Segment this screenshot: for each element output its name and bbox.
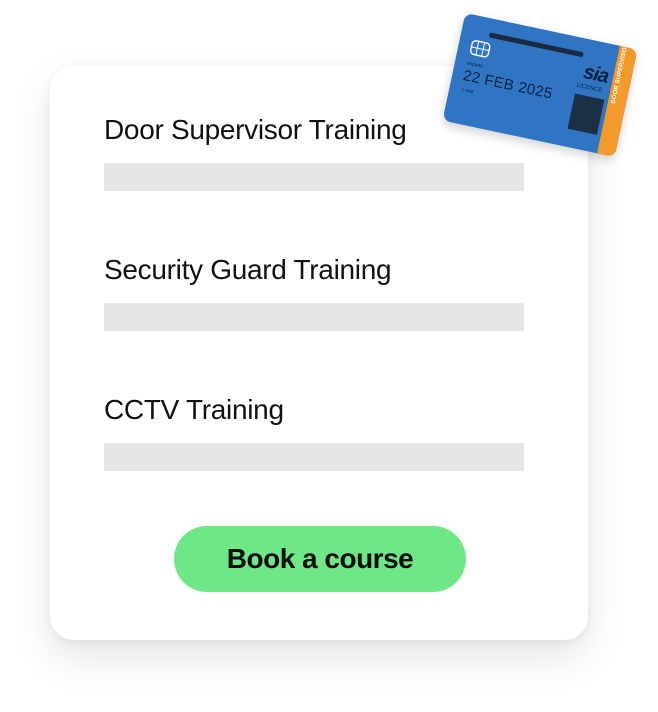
licence-type-text: DOOR SUPERVISOR xyxy=(610,42,630,105)
chip-icon xyxy=(470,40,491,58)
page: Door Supervisor Training Security Guard … xyxy=(0,0,658,712)
course-description-placeholder xyxy=(104,303,524,331)
licence-expiry-date: 22 FEB 2025 xyxy=(461,67,554,103)
course-card: Door Supervisor Training Security Guard … xyxy=(50,66,588,640)
course-title: CCTV Training xyxy=(104,394,284,425)
course-description-placeholder xyxy=(104,163,524,191)
course-description-placeholder xyxy=(104,443,524,471)
licence-small-text: 1 use xyxy=(460,86,474,96)
course-item-cctv[interactable]: CCTV Training xyxy=(104,392,524,471)
course-item-security-guard[interactable]: Security Guard Training xyxy=(104,252,524,331)
book-course-button[interactable]: Book a course xyxy=(174,526,466,592)
licence-magnetic-bar xyxy=(488,32,584,58)
course-title: Security Guard Training xyxy=(104,254,392,285)
licence-photo xyxy=(567,93,605,135)
